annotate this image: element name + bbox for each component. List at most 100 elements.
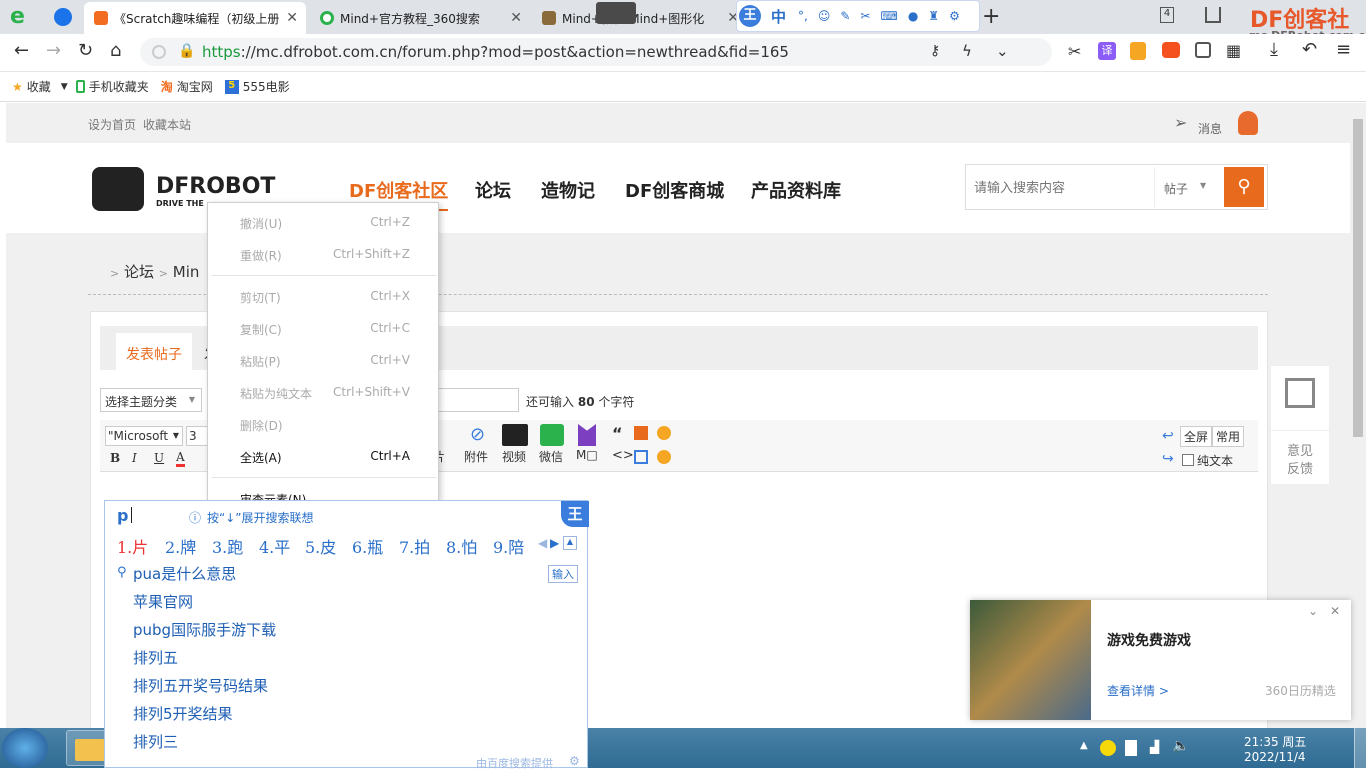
site-info-icon[interactable] [152,45,166,59]
candidate-5[interactable]: 5.皮 [305,534,336,558]
shirt-icon[interactable] [1205,7,1221,23]
volume-icon[interactable]: 🔈 [1172,738,1189,754]
suggestion-2[interactable]: 苹果官网 [133,591,193,612]
refresh-icon[interactable]: ↻ [78,40,93,61]
chevron-down-icon[interactable]: ⌄ [996,42,1009,60]
browser-logo-icon[interactable]: e [10,6,34,28]
new-tab-button[interactable]: + [982,4,1000,29]
fullscreen-button[interactable]: 全屏 [1180,426,1213,447]
undo-icon[interactable]: ↩ [1162,428,1174,444]
qr-code-icon[interactable] [1285,378,1315,408]
lock-icon[interactable]: 🔒 [178,43,195,59]
bg-icon[interactable] [657,450,671,464]
bold-button[interactable]: B [110,451,120,465]
suggestion-7[interactable]: 排列三 [133,731,178,752]
tray-app-icon[interactable] [1100,740,1116,756]
bookmark-movie[interactable]: 555电影 [243,78,290,95]
menu-item-paste-plain[interactable]: 粘贴为纯文本 Ctrl+Shift+V [208,377,440,409]
menu-item-cut[interactable]: 剪切(T) Ctrl+X [208,281,440,313]
breadcrumb-forum[interactable]: 论坛 [124,263,154,281]
collapse-icon[interactable]: ▲ [563,536,577,550]
user-icon[interactable]: ● [908,9,918,23]
game-icon[interactable] [1162,42,1180,58]
candidate-7[interactable]: 7.拍 [399,534,430,558]
bookmark-taobao[interactable]: 淘宝网 [177,78,213,95]
menu-item-select-all[interactable]: 全选(A) Ctrl+A [208,441,440,473]
prev-page-icon[interactable]: ◀ [538,536,547,550]
nav-maker-notes[interactable]: 造物记 [541,177,595,203]
plain-text-checkbox[interactable] [1182,454,1194,466]
text-color-button[interactable]: A [176,450,185,467]
tray-expand-icon[interactable]: ▲ [1080,740,1088,751]
network-icon[interactable]: ▟ [1150,740,1159,754]
link-set-homepage[interactable]: 设为首页 [88,116,136,133]
robot-logo-icon[interactable] [92,167,144,211]
suggestion-6[interactable]: 排列5开奖结果 [133,703,233,724]
underline-button[interactable]: U [154,451,164,465]
italic-button[interactable]: I [132,451,137,465]
search-button[interactable]: ⚲ [1224,167,1264,207]
mind-button[interactable]: M□ [576,448,598,462]
chevron-down-icon[interactable]: ▼ [1200,181,1206,190]
address-bar[interactable]: 🔒 https://mc.dfrobot.com.cn/forum.php?mo… [140,38,1052,66]
next-page-icon[interactable]: ▶ [550,536,559,550]
clock-date[interactable]: 2022/11/4 [1244,750,1306,764]
download-icon[interactable]: ⤓ [1270,39,1278,60]
candidate-9[interactable]: 9.陪 [493,534,524,558]
punct-icon[interactable]: °, [798,9,808,23]
logo-text[interactable]: DFROBOT [156,174,275,199]
search-type-select[interactable]: 帖子 [1164,180,1188,197]
close-tab-icon[interactable]: ✕ [286,10,298,26]
menu-item-delete[interactable]: 删除(D) [208,409,440,441]
reader-icon[interactable] [1195,42,1211,58]
attachment-button[interactable]: 附件 [464,448,488,465]
code-icon[interactable]: <> [612,448,634,463]
chevron-down-icon[interactable]: ⌄ [1308,604,1318,618]
flash-icon[interactable]: ϟ [962,42,972,60]
clock-time[interactable]: 21:35 周五 [1244,733,1306,750]
common-button[interactable]: 常用 [1212,426,1245,447]
nav-store[interactable]: DF创客商城 [625,177,724,203]
suggestion-1[interactable]: pua是什么意思 [133,563,236,584]
home-icon[interactable]: ⌂ [110,40,121,61]
keyboard-icon[interactable]: ⌨ [880,9,897,23]
candidate-2[interactable]: 2.牌 [165,534,196,558]
undo-icon[interactable]: ↶ [1302,39,1317,60]
font-select[interactable]: "Microsoft ▼ [105,426,183,446]
redo-icon[interactable]: ↪ [1162,451,1174,467]
close-tab-icon[interactable]: ✕ [510,10,522,26]
scissors-icon[interactable]: ✂ [1068,42,1081,61]
ime-enter-button[interactable]: 输入 [548,565,578,583]
video-button[interactable]: 视频 [502,448,526,465]
tab-scratch[interactable]: 《Scratch趣味编程（初级上册 ✕ [84,2,306,34]
close-icon[interactable]: ✕ [1330,604,1340,618]
messages-link[interactable]: 消息 [1198,120,1222,137]
ime-mode-toggle[interactable]: 中 [771,6,786,27]
menu-item-paste[interactable]: 粘贴(P) Ctrl+V [208,345,440,377]
avatar[interactable] [1238,111,1258,135]
bookmark-mobile[interactable]: 手机收藏夹 [89,78,149,95]
pen-icon[interactable]: ✎ [840,9,850,23]
ad-image[interactable] [970,600,1091,720]
chevron-down-icon[interactable]: ▼ [61,82,68,92]
candidate-3[interactable]: 3.跑 [212,534,243,558]
nav-product-docs[interactable]: 产品资料库 [751,177,841,203]
ad-title[interactable]: 游戏免费游戏 [1107,630,1191,650]
tab-mind-tutorial[interactable]: Mind+教程-Mind+图形化 ✕ [532,2,747,34]
menu-item-redo[interactable]: 重做(R) Ctrl+Shift+Z [208,239,440,271]
ime-status-bar[interactable]: 王 中 °, ☺ ✎ ✂ ⌨ ● ♜ ⚙ [736,0,980,32]
menu-item-copy[interactable]: 复制(C) Ctrl+C [208,313,440,345]
quote-icon[interactable]: “ [612,424,623,443]
suggestion-3[interactable]: pubg国际服手游下载 [133,619,276,640]
gear-icon[interactable]: ⚙ [569,754,580,768]
translate-icon[interactable]: 译 [1098,42,1116,60]
tray-phone-icon[interactable] [1125,740,1137,756]
candidate-8[interactable]: 8.怕 [446,534,477,558]
show-desktop-button[interactable] [1354,728,1366,768]
tab-new-post[interactable]: 发表帖子 [116,333,192,370]
send-icon[interactable] [54,8,72,26]
candidate-6[interactable]: 6.瓶 [352,534,383,558]
search-input[interactable] [974,177,1144,197]
nav-forum[interactable]: 论坛 [475,177,511,203]
key-icon[interactable]: ⚷ [930,43,940,59]
